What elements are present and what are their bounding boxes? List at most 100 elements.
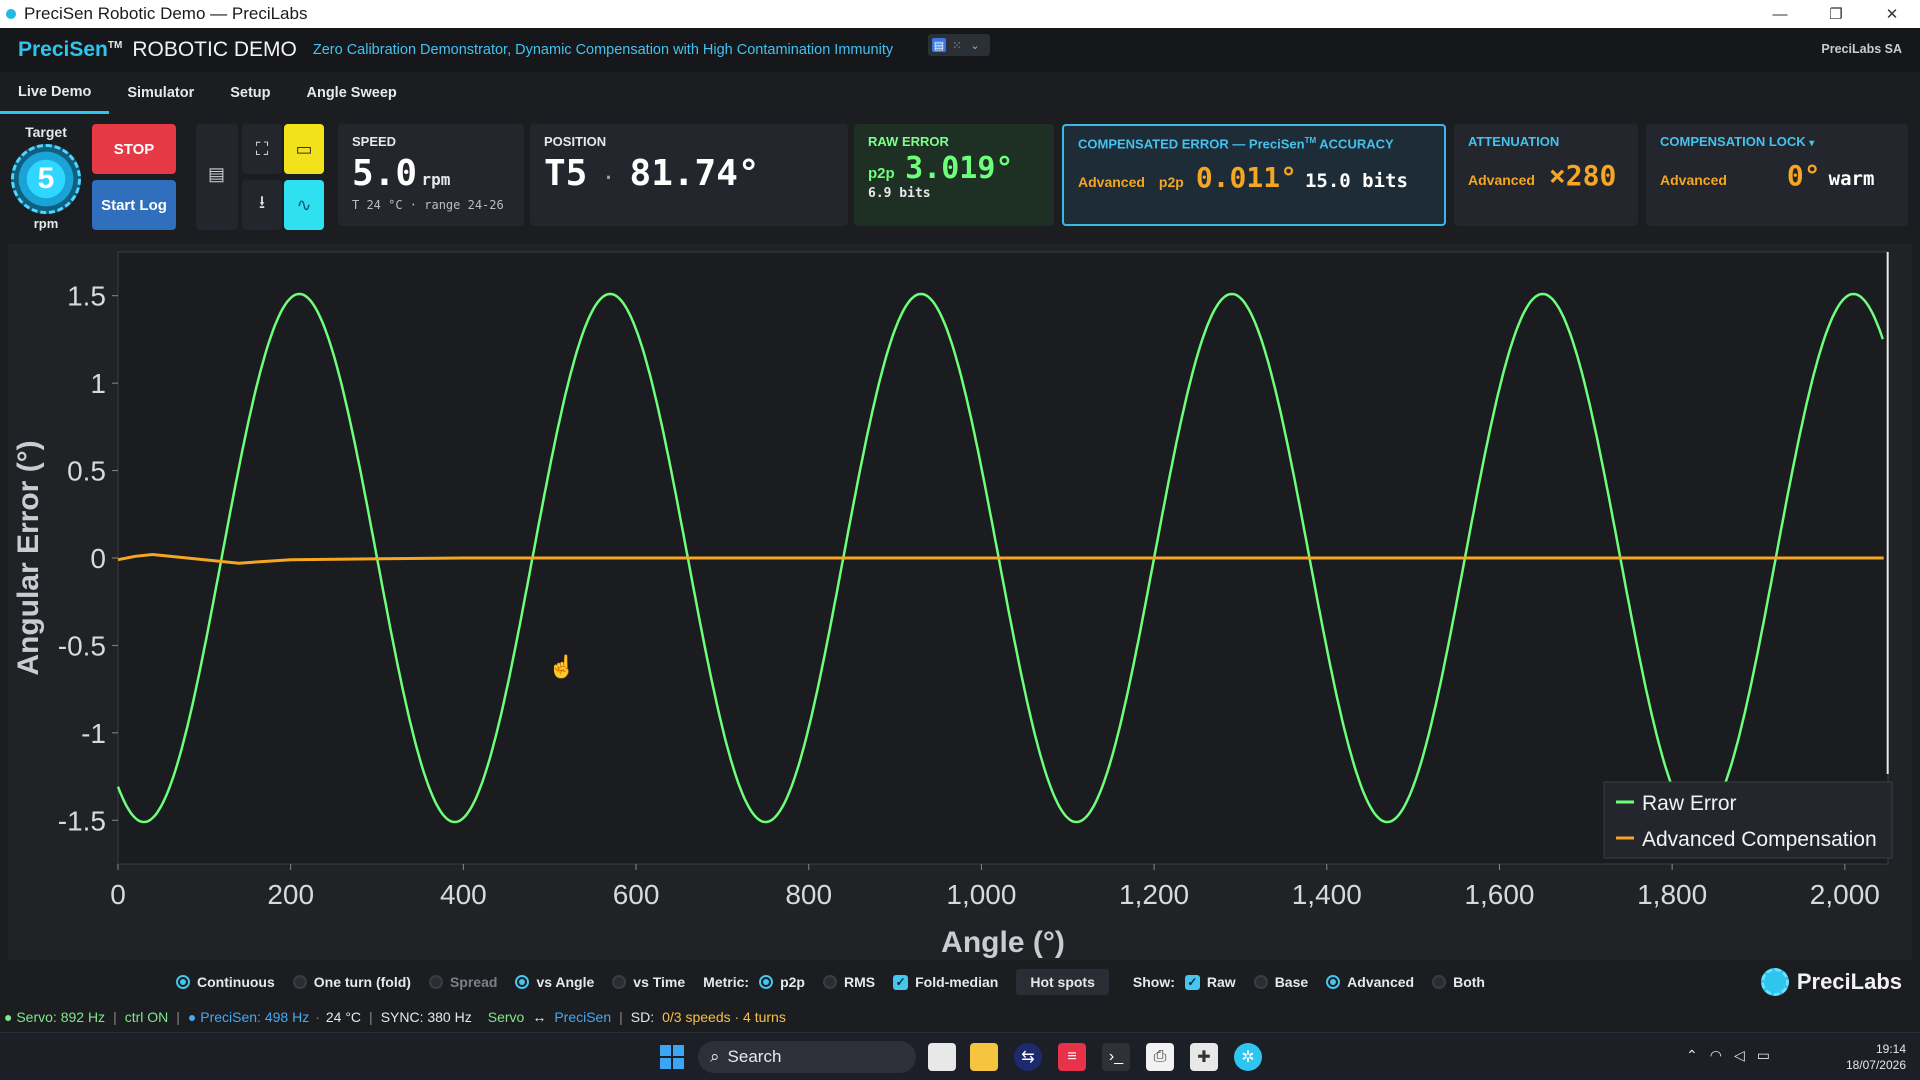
target-speed: Target 5 rpm xyxy=(8,124,84,231)
notes-icon[interactable]: ▤ xyxy=(208,164,225,185)
close-button[interactable]: ✕ xyxy=(1864,0,1920,28)
attenuation-title: ATTENUATION xyxy=(1468,134,1560,149)
task-view-icon[interactable] xyxy=(928,1043,956,1071)
download-icon[interactable]: ⭳ xyxy=(242,180,282,230)
sync-servo: Servo xyxy=(487,1009,525,1025)
continuous-option[interactable]: Continuous xyxy=(176,974,275,990)
hot-spots-button[interactable]: Hot spots xyxy=(1016,969,1109,995)
restore-button[interactable]: ❐ xyxy=(1808,0,1864,28)
target-label: Target xyxy=(25,124,67,140)
fullscreen-icon[interactable]: ⛶ xyxy=(242,124,282,174)
grid-icon[interactable]: ⁙ xyxy=(950,38,964,52)
battery-icon[interactable]: ▭ xyxy=(1757,1047,1770,1064)
minimize-button[interactable]: — xyxy=(1752,0,1808,28)
app-red-icon[interactable]: ≡ xyxy=(1058,1043,1086,1071)
system-tray[interactable]: ⌃ ◠ ◁ ▭ xyxy=(1686,1047,1770,1064)
y-tick-label: 0.5 xyxy=(67,456,106,487)
raw-error-title: RAW ERROR xyxy=(868,134,949,149)
chevron-down-icon[interactable]: ⌄ xyxy=(968,38,982,52)
mouse-cursor-icon: ☝ xyxy=(548,654,576,679)
vs-time-option[interactable]: vs Time xyxy=(612,974,685,990)
terminal-icon[interactable]: ›_ xyxy=(1102,1043,1130,1071)
remote-app-icon[interactable]: ⇆ xyxy=(1014,1043,1042,1071)
y-tick-label: 1 xyxy=(90,368,106,399)
x-tick-label: 0 xyxy=(110,879,126,910)
taskbar-search[interactable]: ⌕ Search xyxy=(698,1041,916,1073)
precisen-app-icon[interactable]: ✲ xyxy=(1234,1043,1262,1071)
raw-checkbox[interactable]: ✓ Raw xyxy=(1184,974,1236,990)
x-tick-label: 1,600 xyxy=(1464,879,1534,910)
tab-bar: Live Demo Simulator Setup Angle Sweep xyxy=(0,72,1920,114)
tab-angle-sweep[interactable]: Angle Sweep xyxy=(289,72,415,114)
start-log-button[interactable]: Start Log xyxy=(92,180,176,230)
advanced-option[interactable]: Advanced xyxy=(1326,974,1414,990)
x-tick-label: 1,000 xyxy=(946,879,1016,910)
compensated-bits: 15.0 bits xyxy=(1304,170,1408,193)
legend-label: Raw Error xyxy=(1642,792,1737,815)
tab-setup[interactable]: Setup xyxy=(212,72,288,114)
position-card: POSITION T5 · 81.74° xyxy=(530,124,848,226)
stop-button[interactable]: STOP xyxy=(92,124,176,174)
compensated-title: COMPENSATED ERROR — PreciSenTM ACCURACY xyxy=(1078,136,1394,152)
temperature-status: 24 °C xyxy=(325,1009,362,1025)
ruler-icon[interactable]: ▭ xyxy=(284,124,324,174)
windows-start-icon[interactable] xyxy=(660,1045,684,1069)
volume-icon[interactable]: ◁ xyxy=(1734,1047,1745,1064)
both-option[interactable]: Both xyxy=(1432,974,1485,990)
app-header: PreciSenTM ROBOTIC DEMO Zero Calibration… xyxy=(0,28,1920,72)
chart-svg[interactable]: 1.5 1 0.5 0 -0.5 -1 -1.5 0 200 400 600 800 1,000 1,20… xyxy=(8,244,1912,960)
compensated-mode: Advanced xyxy=(1078,174,1145,191)
tab-simulator[interactable]: Simulator xyxy=(109,72,212,114)
demo-title: ROBOTIC DEMO xyxy=(132,38,297,61)
target-speed-dial[interactable]: 5 xyxy=(11,144,81,214)
y-tick-label: 0 xyxy=(90,543,106,574)
tab-live-demo[interactable]: Live Demo xyxy=(0,72,110,114)
position-angle: 81.74° xyxy=(629,153,760,194)
layout-icon[interactable]: ▤ xyxy=(932,38,946,52)
chart-options: Continuous One turn (fold) Spread vs Ang… xyxy=(0,966,1920,998)
lock-value: 0° xyxy=(1786,159,1821,192)
error-chart[interactable]: 1.5 1 0.5 0 -0.5 -1 -1.5 0 200 400 600 800 1,000 1,20… xyxy=(8,244,1912,960)
raw-error-value: 3.019° xyxy=(905,151,1014,186)
x-tick-label: 1,800 xyxy=(1637,879,1707,910)
lock-mode: Advanced xyxy=(1660,172,1727,188)
sd-value: 0/3 speeds · 4 turns xyxy=(662,1009,786,1025)
chevron-up-icon[interactable]: ⌃ xyxy=(1686,1047,1698,1064)
compensated-metric: p2p xyxy=(1158,174,1184,191)
layout-toolbar[interactable]: ▤ ⁙ ⌄ xyxy=(928,34,990,56)
show-label: Show: xyxy=(1132,974,1175,990)
y-tick-label: -1.5 xyxy=(58,805,106,836)
speed-subtext: T 24 °C · range 24-26 xyxy=(352,198,504,212)
sync-arrow-icon: ↔ xyxy=(532,1009,547,1025)
os-taskbar: ⌕ Search ⇆ ≡ ›_ ⎙ ✚ ✲ ⌃ ◠ ◁ ▭ 19:14 18/07… xyxy=(0,1032,1920,1080)
compensated-value: 0.011° xyxy=(1195,161,1297,195)
taskbar-clock[interactable]: 19:14 18/07/2026 xyxy=(1846,1041,1906,1073)
wave-icon[interactable]: ∿ xyxy=(284,180,324,230)
chevron-down-icon: ▾ xyxy=(1809,138,1815,149)
position-title: POSITION xyxy=(544,134,607,149)
y-axis-label: Angular Error (°) xyxy=(12,440,45,675)
fold-median-checkbox[interactable]: ✓ Fold-median xyxy=(893,974,998,990)
vs-angle-option[interactable]: vs Angle xyxy=(515,974,594,990)
one-turn-option[interactable]: One turn (fold) xyxy=(292,974,411,990)
servo-status: ● Servo: 892 Hz xyxy=(4,1009,106,1025)
speed-card: SPEED 5.0 rpm T 24 °C · range 24-26 xyxy=(338,124,524,226)
raw-error-metric: p2p xyxy=(868,165,895,182)
legend-label: Advanced Compensation xyxy=(1642,828,1877,851)
attenuation-value: ×280 xyxy=(1548,159,1617,192)
position-turn: T5 xyxy=(544,153,588,194)
spread-option[interactable]: Spread xyxy=(428,974,497,990)
y-tick-label: 1.5 xyxy=(67,281,106,312)
sync-precisen: PreciSen xyxy=(554,1009,612,1025)
printer-icon[interactable]: ⎙ xyxy=(1146,1043,1174,1071)
lock-title[interactable]: COMPENSATION LOCK ▾ xyxy=(1660,134,1894,149)
file-explorer-icon[interactable] xyxy=(970,1043,998,1071)
wifi-icon[interactable]: ◠ xyxy=(1710,1047,1722,1064)
base-option[interactable]: Base xyxy=(1253,974,1308,990)
tool-app-icon[interactable]: ✚ xyxy=(1190,1043,1218,1071)
speed-value: 5.0 xyxy=(352,153,418,194)
control-panel: Target 5 rpm STOP Start Log ▤ ⛶ ⭳ ▭ ∿ SP… xyxy=(0,116,1920,236)
attenuation-card: ATTENUATION Advanced ×280 xyxy=(1454,124,1638,226)
p2p-option[interactable]: p2p xyxy=(759,974,805,990)
rms-option[interactable]: RMS xyxy=(822,974,875,990)
